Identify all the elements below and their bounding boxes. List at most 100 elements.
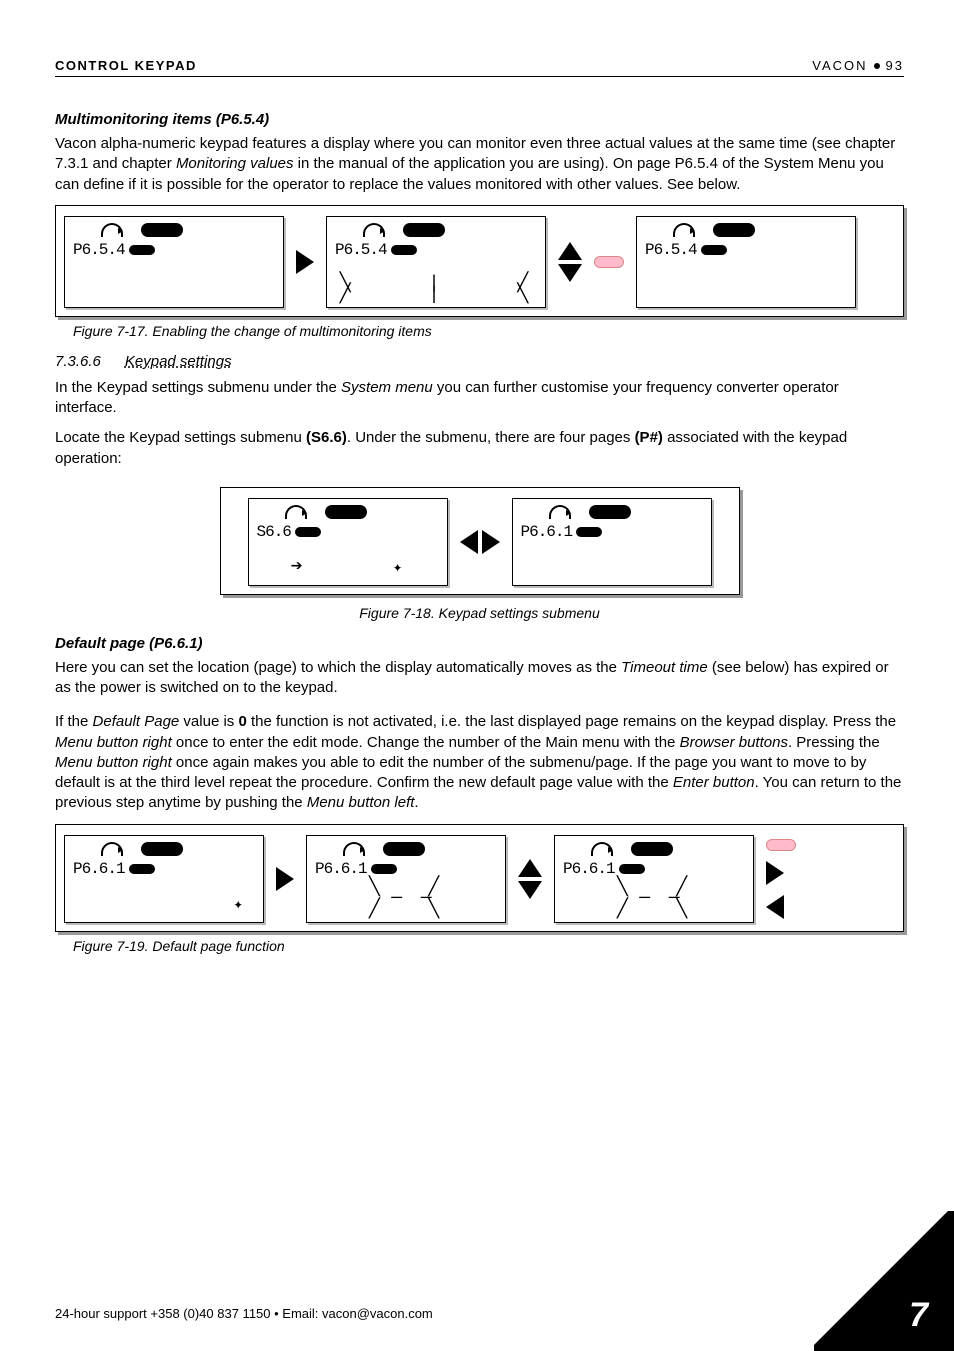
arrow-left-icon (766, 895, 784, 919)
text: value is (179, 713, 238, 730)
text-italic: Timeout time (621, 659, 708, 676)
text-bold: 0 (238, 713, 246, 730)
text-bold: (S6.6) (306, 429, 347, 446)
pill-icon (371, 864, 397, 874)
text: P6.6.1 (315, 860, 367, 878)
lcd-code: P6.5.4 (645, 241, 727, 259)
text-italic: Enter button (673, 774, 755, 791)
text: P6.5.4 (73, 241, 125, 259)
arrow-up-down (558, 242, 582, 282)
text: In the Keypad settings submenu under the (55, 379, 341, 396)
section-title-multimonitoring: Multimonitoring items (P6.5.4) (55, 111, 904, 128)
lcd-panel: P6.6.1 ╲ ╱ ─ ─ ╱ ╲ (554, 835, 754, 923)
arrow-down-icon (518, 881, 542, 899)
brand: VACON (812, 58, 867, 73)
corner-triangle-icon (814, 1211, 954, 1351)
pill-icon (383, 842, 425, 856)
arrow-up-down (518, 859, 542, 899)
arrow-enter-icon: ➔ (291, 553, 305, 579)
arrow-right-icon (276, 867, 294, 891)
text-italic: Monitoring values (176, 155, 294, 172)
lcd-value: ✦ (65, 891, 263, 916)
page-header: CONTROL KEYPAD VACON 93 (55, 58, 904, 73)
lcd-code: P6.6.1 (521, 523, 603, 541)
lcd-code: P6.5.4 (73, 241, 155, 259)
text-italic: System menu (341, 379, 433, 396)
text: the function is not activated, i.e. the … (247, 713, 896, 730)
pill-icon (619, 864, 645, 874)
figure-7-19: P6.6.1 ✦ P6.6.1 ╲ ╱ ─ ─ ╱ ╲ P6.6.1 ╲ ╱ ─… (55, 824, 904, 932)
arrow-left-right (460, 530, 500, 554)
lcd-value: ➔ ✦ (249, 553, 447, 579)
lcd-code: P6.6.1 (563, 860, 645, 878)
section-title-default-page: Default page (P6.6.1) (55, 635, 904, 652)
text-italic: Menu button right (55, 754, 172, 771)
pill-icon (141, 223, 183, 237)
text: P6.6.1 (563, 860, 615, 878)
pill-icon (713, 223, 755, 237)
pill-icon (403, 223, 445, 237)
dot-icon (874, 63, 880, 69)
text-italic: Browser buttons (680, 734, 788, 751)
pill-icon (589, 505, 631, 519)
cycle-icon (285, 505, 307, 519)
cycle-icon (101, 842, 123, 856)
figure-caption-7-18: Figure 7-18. Keypad settings submenu (55, 605, 904, 621)
lcd-panel: P6.5.4 (636, 216, 856, 308)
arrow-up-icon (558, 242, 582, 260)
pill-icon (295, 527, 321, 537)
lcd-panel: P6.5.4 ╲ | ╱ ╱ | ╲ (326, 216, 546, 308)
arrow-down-icon (558, 264, 582, 282)
para-default-page-1: Here you can set the location (page) to … (55, 658, 904, 699)
text: P6.5.4 (645, 241, 697, 259)
lcd-panel: P6.5.4 (64, 216, 284, 308)
lcd-panel: S6.6 ➔ ✦ (248, 498, 448, 586)
text: If the (55, 713, 93, 730)
text: . Pressing the (788, 734, 880, 751)
lcd-panel: P6.6.1 ✦ (64, 835, 264, 923)
arrow-left-icon (460, 530, 478, 554)
pill-red-icon (766, 839, 796, 851)
figure-caption-7-19: Figure 7-19. Default page function (73, 938, 904, 954)
cycle-icon (343, 842, 365, 856)
arrow-up-icon (518, 859, 542, 877)
text: . Under the submenu, there are four page… (347, 429, 635, 446)
cycle-icon (363, 223, 385, 237)
cycle-icon (673, 223, 695, 237)
text: P6.6.1 (521, 523, 573, 541)
page-number: 93 (886, 58, 904, 73)
text-italic: Default Page (93, 713, 180, 730)
para-default-page-2: If the Default Page value is 0 the funct… (55, 712, 904, 813)
arrow-enter-small-icon: ✦ (233, 894, 245, 914)
header-section: CONTROL KEYPAD (55, 58, 197, 73)
arrow-right-icon (766, 861, 784, 885)
header-rule (55, 76, 904, 77)
figure-caption-7-17: Figure 7-17. Enabling the change of mult… (73, 323, 904, 339)
pill-icon (141, 842, 183, 856)
text: P6.5.4 (335, 241, 387, 259)
text-bold: (P#) (635, 429, 663, 446)
pill-icon (129, 864, 155, 874)
text: Here you can set the location (page) to … (55, 659, 621, 676)
subsection-title: Keypad settings (125, 353, 232, 370)
lcd-code: P6.6.1 (73, 860, 155, 878)
lcd-code: P6.5.4 (335, 241, 417, 259)
pill-red-icon (594, 256, 624, 268)
text-italic: Menu button left (307, 794, 415, 811)
pill-icon (631, 842, 673, 856)
para-keypad-settings-1: In the Keypad settings submenu under the… (55, 378, 904, 419)
lcd-value: ╲ ╱ ─ ─ ╱ ╲ (555, 883, 753, 915)
lcd-value: ╲ | ╱ ╱ | ╲ (327, 279, 545, 301)
lcd-panel: P6.6.1 ╲ ╱ ─ ─ ╱ ╲ (306, 835, 506, 923)
arrow-enter-small-icon: ✦ (393, 557, 405, 577)
subsection-heading: 7.3.6.6 Keypad settings (55, 353, 904, 370)
text: . (414, 794, 418, 811)
para-keypad-settings-2: Locate the Keypad settings submenu (S6.6… (55, 428, 904, 469)
para-multimonitoring: Vacon alpha-numeric keypad features a di… (55, 134, 904, 195)
lcd-code: S6.6 (257, 523, 321, 541)
cycle-icon (101, 223, 123, 237)
subsection-number: 7.3.6.6 (55, 353, 101, 370)
pill-icon (325, 505, 367, 519)
figure-7-18: S6.6 ➔ ✦ P6.6.1 (220, 487, 740, 595)
pill-icon (701, 245, 727, 255)
